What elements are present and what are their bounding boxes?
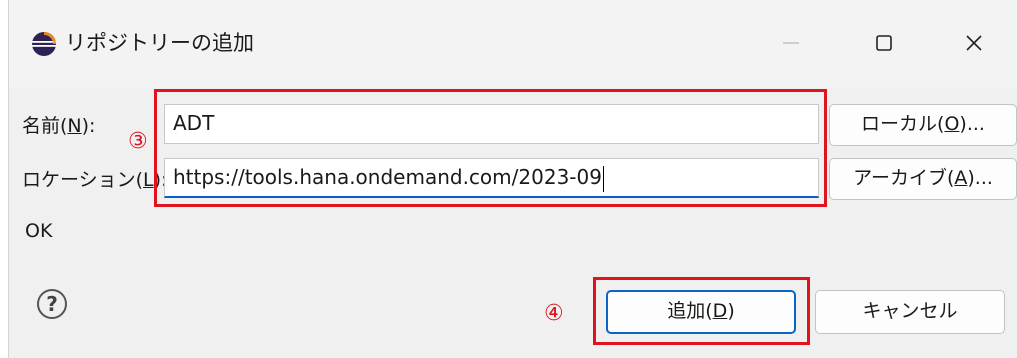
annotation-box-fields — [154, 89, 827, 207]
status-message: OK — [25, 220, 53, 242]
archive-button[interactable]: アーカイブ(A)... — [829, 158, 1017, 200]
eclipse-app-icon — [31, 31, 57, 57]
annotation-step-4: ④ — [544, 301, 564, 326]
help-icon[interactable]: ? — [37, 289, 67, 319]
dialog-title: リポジトリーの追加 — [65, 31, 254, 55]
cancel-button[interactable]: キャンセル — [815, 290, 1005, 334]
title-bar: リポジトリーの追加 — [9, 0, 1017, 88]
close-icon — [966, 35, 982, 51]
maximize-icon — [876, 35, 892, 51]
add-repository-dialog: リポジトリーの追加 名前(N): ADT ローカル(O)... ロケーション(L… — [8, 0, 1017, 358]
minimize-icon — [783, 42, 799, 44]
annotation-step-3: ③ — [128, 129, 148, 154]
annotation-box-add — [593, 277, 810, 345]
close-button[interactable] — [944, 20, 1004, 66]
name-label: 名前(N): — [22, 115, 96, 137]
location-label: ロケーション(L): — [22, 169, 168, 191]
local-button[interactable]: ローカル(O)... — [829, 104, 1017, 146]
minimize-button[interactable] — [761, 20, 821, 66]
maximize-button[interactable] — [854, 20, 914, 66]
